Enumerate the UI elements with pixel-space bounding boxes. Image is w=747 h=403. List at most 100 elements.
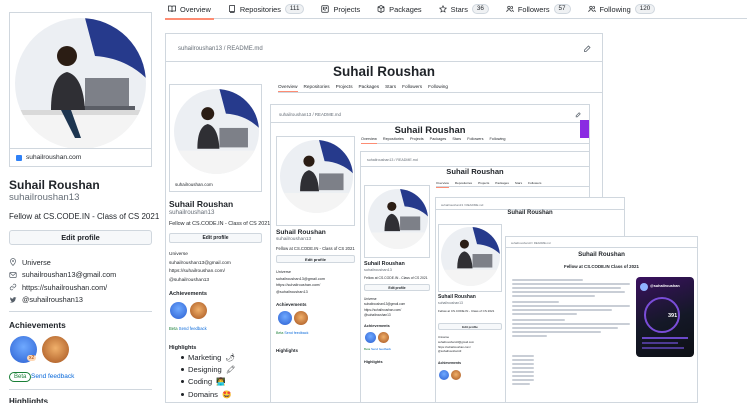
- readme-header: suhailroushan13 / README.md: [506, 237, 697, 248]
- tab-projects[interactable]: Projects: [318, 0, 363, 19]
- people-icon: [506, 5, 514, 13]
- nested-detail: Universe: [276, 270, 291, 274]
- tab-count: 120: [634, 4, 656, 14]
- bullet: [181, 368, 184, 372]
- highlight-emoji: 🖍: [225, 365, 236, 375]
- nested-edit-button[interactable]: Edit profile: [276, 255, 355, 263]
- project-icon: [321, 5, 330, 13]
- avatar: [15, 18, 146, 149]
- edit-profile-button[interactable]: Edit profile: [9, 230, 152, 245]
- highlight-item: Coding 👨‍💻: [181, 376, 235, 388]
- readme-header: suhailroushan13 / README.md: [271, 105, 589, 123]
- achievement-badge-quickdraw[interactable]: [42, 336, 69, 363]
- readme-intro-text: [512, 279, 630, 339]
- profile-details: Universe suhailroushan13@gmail.com https…: [9, 256, 116, 306]
- nested-beta-text: Beta: [169, 326, 178, 331]
- nested-details: Universe suhailroushan13@gmail.com https…: [364, 297, 405, 319]
- send-feedback-link[interactable]: Send feedback: [31, 373, 74, 380]
- star-icon: [438, 5, 447, 13]
- nested-tab: Followers: [402, 84, 423, 89]
- nested-edit-button[interactable]: Edit profile: [438, 323, 502, 330]
- nested-detail: Universe: [169, 252, 188, 257]
- nested-detail: @suhailroushan13: [276, 289, 308, 294]
- nested-avatar-card: [364, 185, 430, 258]
- highlight-label: Coding: [188, 377, 213, 387]
- profile-name: Suhail Roushan: [9, 178, 100, 192]
- nested-badge: [278, 311, 292, 325]
- beta-label: Beta: [9, 372, 32, 382]
- nested-badge: [294, 311, 308, 325]
- nested-tab: Overview: [436, 180, 449, 188]
- achievement-multiplier: x2: [27, 355, 37, 361]
- nested-tab: Projects: [478, 180, 490, 185]
- nested-bio: Fellow at CS.CODE.IN - Class of CS 2021: [438, 309, 495, 313]
- readme-path: suhailroushan13 / README.md: [441, 203, 484, 207]
- tab-repositories[interactable]: Repositories 111: [225, 0, 308, 19]
- nested-tab: Repositories: [382, 137, 404, 141]
- tab-packages[interactable]: Packages: [374, 0, 424, 19]
- tab-count: 36: [471, 4, 489, 14]
- highlight-emoji: 👨‍💻: [216, 377, 226, 387]
- tab-label: Overview: [180, 4, 211, 14]
- nested-badge: [365, 332, 376, 343]
- nested-highlights: Highlights: [364, 360, 383, 364]
- nested-tab: Stars: [514, 180, 523, 185]
- nested-feedback: Send feedback: [371, 347, 392, 351]
- nested-beta: Beta Send feedback: [276, 331, 308, 335]
- nested-details: Universe suhailroushan13@gmail.com https…: [169, 251, 231, 285]
- nested-achievements: Achievements: [364, 324, 390, 328]
- nested-tabs: Overview Repositories Projects Packages …: [436, 179, 589, 188]
- nested-avatar-card: [438, 224, 502, 292]
- nested-bio: Fellow at CS.CODE.IN - Class of CS 2021: [169, 221, 271, 227]
- nested-avatar: [280, 140, 353, 213]
- nested-avatar-photo: [368, 189, 428, 249]
- profile-login: suhailroushan13: [9, 192, 80, 203]
- readme-path: suhailroushan13 / README.md: [367, 158, 418, 162]
- nested-edit-button[interactable]: Edit profile: [364, 284, 430, 291]
- pencil-icon[interactable]: [583, 45, 591, 53]
- nested-login: suhailroushan13: [438, 301, 463, 305]
- nested-beta-text: Beta: [276, 331, 284, 335]
- avatar-card[interactable]: suhailroushan.com: [9, 12, 152, 167]
- detail-twitter[interactable]: @suhailroushan13: [9, 294, 116, 307]
- nested-beta: Beta Send feedback: [364, 347, 391, 351]
- highlight-item: Domains 🤩: [181, 388, 235, 400]
- profile-tabs: Overview Repositories 111 Projects Packa…: [165, 0, 747, 20]
- card-bar: [642, 347, 684, 349]
- detail-website[interactable]: https://suhailroushan.com/: [9, 281, 116, 294]
- nested-highlights: Highlights: [276, 348, 298, 353]
- tab-label: Packages: [389, 4, 422, 14]
- divider: [9, 389, 152, 390]
- nested-tab: Repositories: [454, 180, 473, 185]
- tab-followers[interactable]: Followers 57: [503, 0, 574, 19]
- card-number: 391: [668, 313, 678, 319]
- bullet: [181, 355, 184, 359]
- detail-email[interactable]: suhailroushan13@gmail.com: [9, 269, 116, 282]
- nested-edit-button[interactable]: Edit profile: [169, 233, 262, 243]
- highlights-list: Marketing 🌶 Designing 🖍 Coding 👨‍💻 Domains 🤩: [181, 351, 235, 401]
- nested-detail: @suhailroushan13: [169, 277, 210, 283]
- tab-following[interactable]: Following 120: [585, 0, 659, 19]
- nested-tab: Packages: [429, 137, 447, 141]
- tab-overview[interactable]: Overview: [165, 0, 214, 20]
- tab-count: 111: [284, 4, 305, 14]
- card-avatar: [640, 283, 648, 291]
- nested-avatar-photo: [441, 227, 500, 286]
- nested-tab: Projects: [335, 84, 353, 89]
- card-bar: [642, 342, 678, 344]
- readme-path: suhailroushan13 / README.md: [511, 241, 551, 245]
- nested-detail: https://suhailroushan.com/: [276, 283, 321, 288]
- nested-bio: Fellow at CS.CODE.IN - Class of CS 2021: [276, 246, 355, 251]
- pencil-icon[interactable]: [575, 112, 581, 118]
- nested-avatar: [174, 89, 259, 174]
- nested-bio: Fellow at CS.CODE.IN - Class of CS 2021: [364, 276, 428, 280]
- readme-header: suhailroushan13 / README.md: [361, 152, 589, 167]
- detail-text: https://suhailroushan.com/: [22, 282, 108, 292]
- nested-login: suhailroushan13: [276, 237, 312, 242]
- readme-title: Suhail Roushan: [394, 124, 466, 135]
- nested-details: Universe suhailroushan13@gmail.com https…: [276, 269, 325, 295]
- tab-stars[interactable]: Stars 36: [436, 0, 492, 19]
- nested-tab: Packages: [358, 84, 380, 89]
- nested-detail: @suhailroushan13: [438, 349, 462, 354]
- nested-achievements: Achievements: [438, 361, 461, 365]
